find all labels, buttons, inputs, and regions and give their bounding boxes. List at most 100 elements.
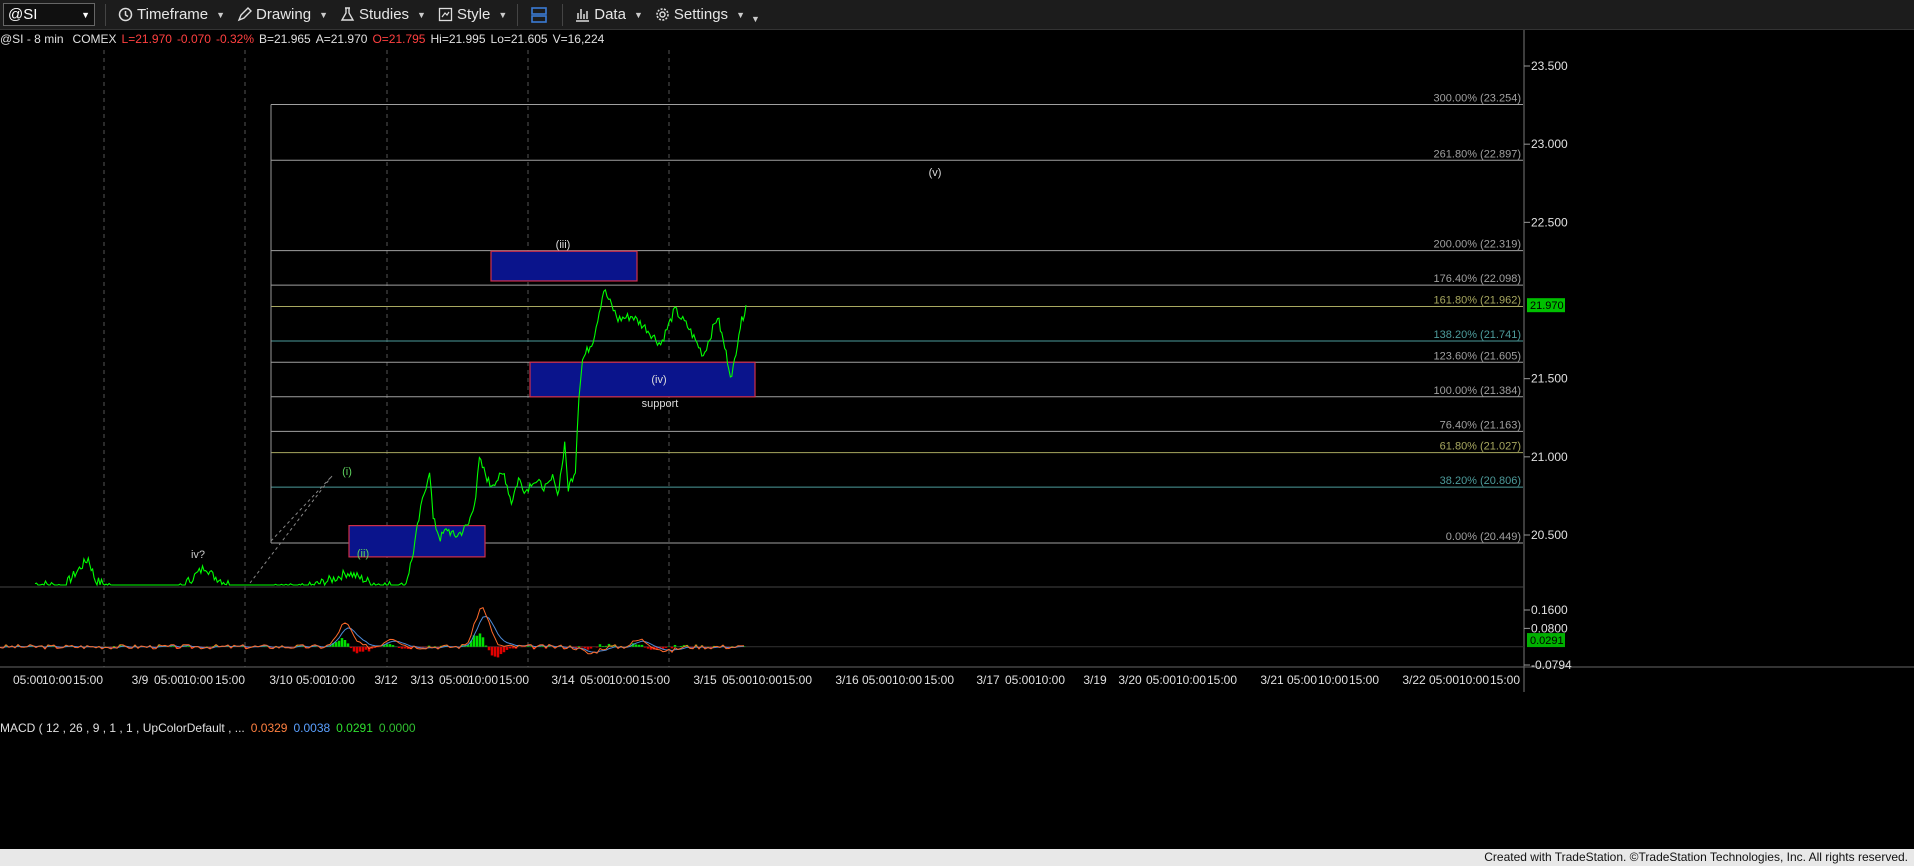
- settings-label: Settings: [673, 6, 729, 23]
- gear-icon: [656, 8, 669, 21]
- time-axis-label: 05:00: [439, 673, 469, 687]
- macd-axis-label: -0.0794: [1531, 658, 1572, 672]
- fib-level-label: 300.00% (23.254): [1434, 92, 1521, 104]
- macd-label: MACD ( 12 , 26 , 9 , 1 , 1 , UpColorDefa…: [0, 721, 245, 735]
- time-axis-label: 15:00: [73, 673, 103, 687]
- time-axis-label: 05:00: [722, 673, 752, 687]
- wave-label: (i): [342, 466, 352, 478]
- price-axis-label: 21.500: [1531, 372, 1568, 386]
- fib-trendline: [270, 475, 333, 542]
- time-axis-label: 10:00: [183, 673, 213, 687]
- time-axis-label: 15:00: [1349, 673, 1379, 687]
- time-axis-label: 3/16: [835, 673, 859, 687]
- time-axis-label: 3/10: [269, 673, 293, 687]
- price-axis-label: 23.500: [1531, 59, 1568, 73]
- fib-level-label: 61.80% (21.027): [1440, 441, 1521, 453]
- toolbar-divider: [562, 3, 564, 26]
- chevron-down-icon: ▼: [417, 9, 426, 20]
- footer: Created with TradeStation. ©TradeStation…: [0, 849, 1914, 866]
- data-label: Data: [594, 6, 626, 23]
- data-menu[interactable]: Data ▼: [575, 6, 643, 23]
- time-axis-label: 10:00: [609, 673, 639, 687]
- settings-menu[interactable]: Settings ▼ ▼: [655, 6, 760, 24]
- time-axis-label: 05:00: [862, 673, 892, 687]
- timeframe-menu[interactable]: Timeframe ▼: [118, 6, 225, 23]
- copyright-text: Created with TradeStation. ©TradeStation…: [1484, 850, 1908, 864]
- fib-level-label: 100.00% (21.384): [1434, 385, 1521, 397]
- layout-button[interactable]: [530, 6, 552, 24]
- macd-axis-label: 0.1600: [1531, 603, 1568, 617]
- time-axis[interactable]: 05:0010:00 15:00 3/9 05:0010:00 15:00 3/10 05:…: [13, 673, 1520, 687]
- clock-icon: [118, 7, 133, 22]
- time-axis-label: 3/22: [1402, 673, 1426, 687]
- time-axis-label: 3/12: [374, 673, 398, 687]
- overflow-caret-icon[interactable]: ▼: [751, 14, 760, 24]
- time-axis-label: 05:00: [580, 673, 610, 687]
- chevron-down-icon: ▼: [498, 9, 508, 20]
- time-axis-label: 15:00: [215, 673, 245, 687]
- time-axis-label: 10:00: [325, 673, 355, 687]
- last-price-label: 21.970: [1530, 300, 1564, 312]
- style-menu[interactable]: Style ▼: [438, 6, 507, 23]
- time-axis-label: 05:00: [1287, 673, 1317, 687]
- price-axis[interactable]: 23.500 23.000 22.500 21.500 21.000 20.500 21.9…: [1524, 59, 1568, 542]
- time-axis-label: 15:00: [499, 673, 529, 687]
- time-axis-label: 05:00: [154, 673, 184, 687]
- style-label: Style: [456, 6, 491, 23]
- time-axis-label: 3/17: [976, 673, 1000, 687]
- timeframe-label: Timeframe: [137, 6, 209, 23]
- symbol-value: @SI: [8, 6, 38, 23]
- time-axis-label: 3/13: [410, 673, 434, 687]
- time-axis-label: 10:00: [752, 673, 782, 687]
- time-axis-label: 10:00: [892, 673, 922, 687]
- wave-label: support: [642, 398, 679, 410]
- wave-ii-support-box: [348, 525, 486, 558]
- wave-label: iv?: [191, 549, 205, 561]
- grid-layer: [0, 30, 1914, 692]
- time-axis-label: 15:00: [1490, 673, 1520, 687]
- time-axis-label: 10:00: [1318, 673, 1348, 687]
- macd-hist-value: 0.0291: [336, 721, 373, 735]
- time-axis-label: 10:00: [1035, 673, 1065, 687]
- macd-legend: MACD ( 12 , 26 , 9 , 1 , 1 , UpColorDefa…: [0, 721, 416, 736]
- pencil-icon: [237, 7, 253, 22]
- wave-label: (iv): [651, 374, 666, 386]
- wave-label: (v): [929, 167, 942, 179]
- fib-level-label: 0.00% (20.449): [1446, 531, 1521, 543]
- studies-label: Studies: [359, 6, 410, 23]
- fib-level-label: 176.40% (22.098): [1434, 273, 1521, 285]
- time-axis-label: 3/14: [551, 673, 575, 687]
- flask-icon: [340, 7, 355, 21]
- time-axis-label: 05:00: [296, 673, 326, 687]
- time-axis-label: 15:00: [640, 673, 670, 687]
- time-axis-label: 10:00: [1459, 673, 1489, 687]
- time-axis-label: 3/9: [132, 673, 149, 687]
- bar-chart-icon: [576, 9, 590, 22]
- time-axis-label: 05:00: [13, 673, 43, 687]
- time-axis-label: 3/21: [1260, 673, 1284, 687]
- time-axis-label: 05:00: [1005, 673, 1035, 687]
- fib-level-label: 38.20% (20.806): [1440, 475, 1521, 487]
- wave-label: (iii): [556, 239, 571, 251]
- time-axis-label: 3/15: [693, 673, 717, 687]
- time-axis-label: 3/20: [1118, 673, 1142, 687]
- price-axis-label: 23.000: [1531, 137, 1568, 151]
- zone-boxes[interactable]: [348, 250, 756, 558]
- studies-menu[interactable]: Studies ▼: [340, 6, 426, 23]
- macd-last-label: 0.0291: [1530, 635, 1564, 647]
- fibonacci-extension[interactable]: 300.00% (23.254) 261.80% (22.897) 200.00% …: [249, 92, 1523, 584]
- fib-level-label: 200.00% (22.319): [1434, 239, 1521, 251]
- time-axis-label: 10:00: [468, 673, 498, 687]
- fib-level-label: 76.40% (21.163): [1440, 419, 1521, 431]
- symbol-input[interactable]: @SI ▼: [3, 3, 95, 26]
- drawing-label: Drawing: [256, 6, 312, 23]
- time-axis-label: 15:00: [782, 673, 812, 687]
- macd-panel: 0.16000.0800-0.07940.0291: [0, 603, 1572, 672]
- time-axis-label: 15:00: [1207, 673, 1237, 687]
- layout-icon: [531, 6, 548, 23]
- toolbar: @SI ▼ Timeframe ▼ Drawing ▼ Studies ▼ St…: [0, 0, 1914, 30]
- drawing-menu[interactable]: Drawing ▼: [237, 6, 328, 23]
- fib-level-label: 161.80% (21.962): [1434, 294, 1521, 306]
- fib-level-label: 138.20% (21.741): [1434, 329, 1521, 341]
- toolbar-divider: [105, 3, 106, 26]
